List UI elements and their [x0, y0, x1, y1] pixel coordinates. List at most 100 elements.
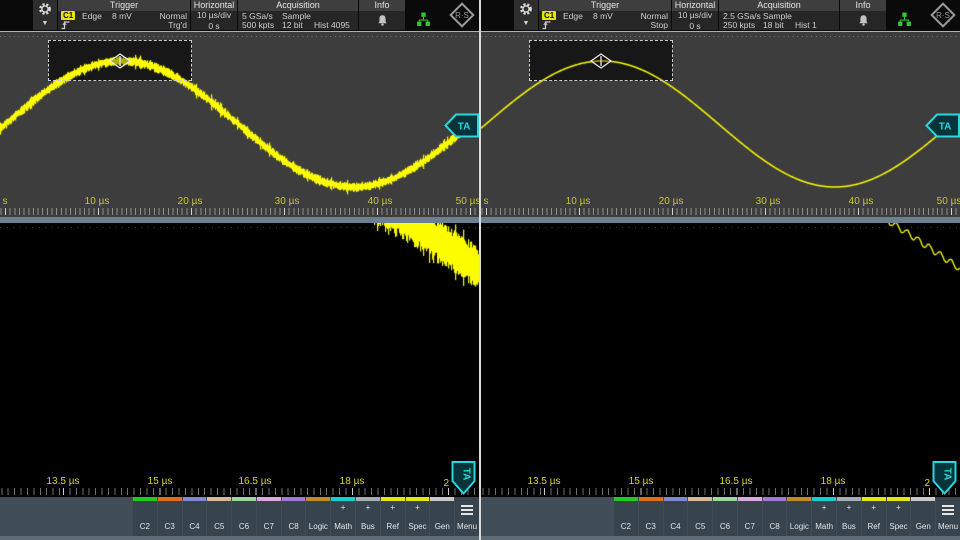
acquisition-header: Acquisition — [238, 0, 358, 11]
settings-button[interactable]: ▼ — [33, 0, 57, 30]
history-count: Hist 1 — [795, 20, 835, 30]
channel-button-bus[interactable]: +Bus — [837, 497, 861, 536]
oscilloscope-panel-left: ▼ Trigger C1 Edge 8 mV Normal Trg'd — [0, 0, 479, 540]
channel-button-row: C2C3 C4 C5 C6C7C8Logic+Math+Bus+Ref+Spec Gen… — [133, 497, 479, 536]
main-waveform-diagram: TA s10 µs20 µs30 µs40 µs50 µs — [0, 31, 479, 217]
channel-button-c2[interactable]: C2 — [133, 497, 157, 536]
channel-color-strip — [381, 497, 405, 501]
channel-button-ref[interactable]: +Ref — [381, 497, 405, 536]
menu-button[interactable]: Menu — [936, 497, 960, 536]
trigger-time-marker[interactable]: TA — [451, 461, 476, 495]
channel-button-c3[interactable]: C3 — [158, 497, 182, 536]
channel-button-label: Menu — [457, 522, 477, 531]
zoom-region-selector[interactable] — [48, 40, 192, 81]
trigger-header: Trigger — [539, 0, 671, 11]
channel-color-strip — [688, 497, 712, 501]
channel-button-spec[interactable]: +Spec — [406, 497, 430, 536]
menu-button[interactable]: Menu — [455, 497, 479, 536]
channel-button-c7[interactable]: C7 — [257, 497, 281, 536]
channel-color-strip — [738, 497, 762, 501]
channel-button-label: C2 — [621, 522, 631, 531]
channel-button-row: C2 C3C4C5C6 C7 C8 Logic+Math+Bus+Ref+Spec Gen… — [614, 497, 960, 536]
channel-button-c5[interactable]: C5 — [207, 497, 231, 536]
channel-button-label: C7 — [745, 522, 755, 531]
channel-button-c2[interactable]: C2 — [614, 497, 638, 536]
add-icon: + — [822, 504, 827, 512]
gear-icon — [519, 2, 533, 16]
main-waveform-diagram: TA s10 µs20 µs30 µs40 µs50 µs — [481, 31, 960, 217]
channel-button-bus[interactable]: +Bus — [356, 497, 380, 536]
channel-button-c6[interactable]: C6 — [232, 497, 256, 536]
horizontal-section[interactable]: Horizontal 10 µs/div 0 s — [191, 0, 237, 30]
info-header: Info — [840, 0, 886, 11]
channel-color-strip — [837, 497, 861, 501]
channel-button-label: C5 — [214, 522, 224, 531]
history-count: Hist 4095 — [314, 20, 354, 30]
trigger-marker-label: TA — [942, 468, 953, 481]
svg-text:R·S: R·S — [455, 11, 469, 20]
channel-button-c6[interactable]: C6 — [713, 497, 737, 536]
channel-button-spec[interactable]: +Spec — [887, 497, 911, 536]
channel-button-ref[interactable]: +Ref — [862, 497, 886, 536]
trigger-slope-icon — [61, 20, 71, 30]
channel-button-gen[interactable]: Gen — [911, 497, 935, 536]
channel-button-c4[interactable]: C4 — [664, 497, 688, 536]
channel-button-gen[interactable]: Gen — [430, 497, 454, 536]
channel-color-strip — [133, 497, 157, 501]
channel-color-strip — [158, 497, 182, 501]
bell-icon[interactable] — [376, 14, 389, 27]
channel-button-label: Logic — [309, 522, 328, 531]
acquisition-header: Acquisition — [719, 0, 839, 11]
channel-button-logic[interactable]: Logic — [787, 497, 811, 536]
zoom-region-selector[interactable] — [529, 40, 673, 81]
trigger-marker-label: TA — [458, 122, 471, 133]
bell-icon[interactable] — [857, 14, 870, 27]
main-axis-ticks — [481, 208, 960, 215]
trigger-level-marker[interactable]: TA — [925, 113, 960, 138]
trigger-section[interactable]: Trigger C1 Edge 8 mV Normal Stop — [539, 0, 671, 30]
acquisition-section[interactable]: Acquisition 2.5 GSa/s Sample 250 kpts 18… — [719, 0, 839, 30]
rs-logo: R·S — [448, 1, 476, 29]
trigger-time-marker[interactable]: TA — [932, 461, 957, 495]
channel-color-strip — [887, 497, 911, 501]
zoom-trace-c1 — [0, 223, 479, 497]
zoom-drag-handle-icon[interactable] — [590, 53, 612, 69]
zoom-drag-handle-icon[interactable] — [109, 53, 131, 69]
info-section[interactable]: Info — [840, 0, 886, 30]
info-section[interactable]: Info — [359, 0, 405, 30]
channel-button-label: Logic — [790, 522, 809, 531]
channel-button-c8[interactable]: C8 — [282, 497, 306, 536]
channel-color-strip — [862, 497, 886, 501]
channel-color-strip — [406, 497, 430, 501]
trigger-level-marker[interactable]: TA — [444, 113, 479, 138]
hamburger-icon — [461, 505, 473, 515]
channel-button-c7[interactable]: C7 — [738, 497, 762, 536]
trigger-section[interactable]: Trigger C1 Edge 8 mV Normal Trg'd — [58, 0, 190, 30]
horizontal-section[interactable]: Horizontal 10 µs/div 0 s — [672, 0, 718, 30]
channel-button-label: Gen — [916, 522, 931, 531]
channel-color-strip — [282, 497, 306, 501]
zoom-axis-ticks — [0, 488, 479, 495]
zoom-waveform-diagram: 13.5 µs15 µs16.5 µs18 µs 2 TA — [481, 223, 960, 497]
channel-button-c5[interactable]: C5 — [688, 497, 712, 536]
channel-button-label: Bus — [361, 522, 375, 531]
trigger-header: Trigger — [58, 0, 190, 11]
channel-button-label: C4 — [189, 522, 199, 531]
horizontal-scale: 10 µs/div — [678, 10, 712, 20]
channel-color-strip — [207, 497, 231, 501]
channel-button-label: Gen — [435, 522, 450, 531]
settings-button[interactable]: ▼ — [514, 0, 538, 30]
channel-button-c3[interactable]: C3 — [639, 497, 663, 536]
trigger-level: 8 mV — [112, 11, 144, 21]
channel-button-math[interactable]: +Math — [812, 497, 836, 536]
channel-button-label: C8 — [769, 522, 779, 531]
channel-button-c4[interactable]: C4 — [183, 497, 207, 536]
acquisition-section[interactable]: Acquisition 5 GSa/s Sample 500 kpts 12 b… — [238, 0, 358, 30]
panel-split-line — [479, 0, 481, 540]
channel-button-c8[interactable]: C8 — [763, 497, 787, 536]
resolution: 12 bit — [282, 20, 314, 30]
channel-button-math[interactable]: +Math — [331, 497, 355, 536]
bottom-edge-strip — [0, 536, 479, 540]
channel-button-logic[interactable]: Logic — [306, 497, 330, 536]
channel-color-strip — [614, 497, 638, 501]
